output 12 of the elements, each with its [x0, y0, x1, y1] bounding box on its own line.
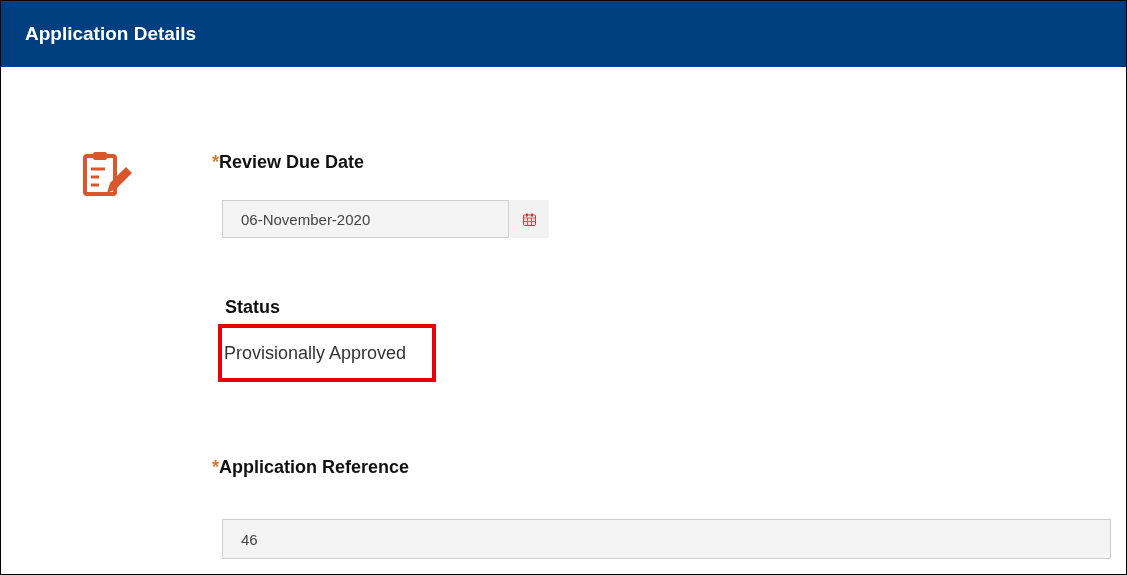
clipboard-pencil-icon — [83, 151, 133, 197]
header-title: Application Details — [25, 21, 197, 46]
field-label: Review Due Date — [219, 151, 365, 174]
reference-field[interactable]: 46 — [222, 519, 1111, 559]
field-label: Application Reference — [219, 456, 410, 479]
required-mark: * — [212, 458, 219, 476]
date-field[interactable]: 06-November-2020 — [222, 200, 509, 238]
calendar-button[interactable] — [509, 200, 549, 238]
required-mark: * — [212, 153, 219, 171]
calendar-icon — [522, 212, 536, 226]
status-value: Provisionally Approved — [218, 324, 436, 382]
status-label: Status — [225, 296, 281, 319]
